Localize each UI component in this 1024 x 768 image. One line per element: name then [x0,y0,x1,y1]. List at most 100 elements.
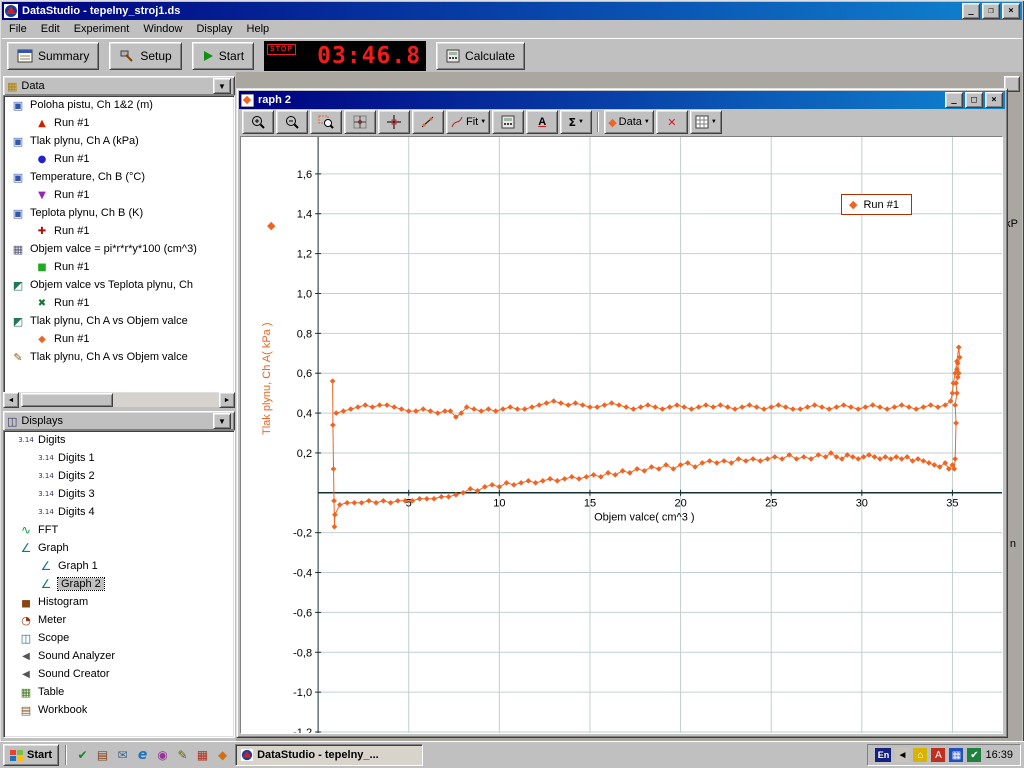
scroll-left-icon[interactable]: ◄ [3,392,19,408]
graph-maximize-icon[interactable]: □ [965,92,983,108]
display-item[interactable]: ∠Graph [4,539,234,557]
display-item[interactable]: ◀Sound Analyzer [4,647,234,665]
display-child-item[interactable]: 3.14Digits 1 [4,449,234,467]
fit-dropdown[interactable]: Fit ▼ [446,110,490,134]
menu-help[interactable]: Help [240,21,277,37]
data-dropdown-arrow-icon: ▼ [644,119,650,125]
digits-icon: 3.14 [38,454,54,462]
start-button[interactable]: Start [192,42,254,70]
run-item[interactable]: ✖ Run #1 [4,294,234,312]
data-source-item[interactable]: ▣Teplota plynu, Ch B (K) [4,204,234,222]
display-child-item[interactable]: 3.14Digits 3 [4,485,234,503]
svg-text:20: 20 [674,498,686,510]
data-source-item[interactable]: ▣Tlak plynu, Ch A (kPa) [4,132,234,150]
quicklaunch-icon-6[interactable]: ✎ [173,746,192,765]
calculator-icon: ▦ [10,243,26,256]
display-item[interactable]: ▦Table [4,683,234,701]
tray-antivirus-icon[interactable]: A [931,748,945,762]
display-item[interactable]: ▤Workbook [4,701,234,719]
data-panel-dropdown-button[interactable]: ▼ [213,78,231,94]
data-source-item[interactable]: ◩Tlak plynu, Ch A vs Objem valce [4,312,234,330]
menu-display[interactable]: Display [189,21,239,37]
scale-to-fit-button[interactable] [344,110,376,134]
data-source-item[interactable]: ▣Poloha pistu, Ch 1&2 (m) [4,96,234,114]
taskbar-task-button[interactable]: DataStudio - tepelny_... [235,744,423,766]
displays-panel-dropdown-button[interactable]: ▼ [213,413,231,429]
menu-window[interactable]: Window [136,21,189,37]
title-bar[interactable]: DataStudio - tepelny_stroj1.ds _ ❐ × [2,2,1022,20]
keyboard-layout-indicator[interactable]: En [875,748,891,762]
chart-legend[interactable]: ◆ Run #1 [841,194,912,215]
data-source-item[interactable]: ▣Temperature, Ch B (°C) [4,168,234,186]
displays-panel-header[interactable]: ◫ Displays ▼ [3,411,235,431]
chart-area[interactable]: -1,2 -1,0 -0,8 -0,6 -0,4 -0,2 0,2 0,4 0,… [240,136,1003,734]
graph-calculator-button[interactable] [492,110,524,134]
tray-display-icon[interactable]: ▦ [949,748,963,762]
quicklaunch-icon-4[interactable]: e [133,746,152,765]
display-label: FFT [38,524,58,536]
display-label: Digits [38,434,66,446]
graph-close-icon[interactable]: × [985,92,1003,108]
zoom-select-button[interactable] [310,110,342,134]
display-item[interactable]: 3.14Digits [4,431,234,449]
display-child-item[interactable]: ∠Graph 1 [4,557,234,575]
quicklaunch-icon-7[interactable]: ▦ [193,746,212,765]
run-item[interactable]: ■ Run #1 [4,258,234,276]
tray-update-icon[interactable]: ✔ [967,748,981,762]
data-source-item[interactable]: ◩Objem valce vs Teplota plynu, Ch [4,276,234,294]
run-item[interactable]: ▼ Run #1 [4,186,234,204]
zoom-out-button[interactable] [276,110,308,134]
display-child-item[interactable]: ∠Graph 2 [4,575,234,593]
tray-volume-icon[interactable]: ◄ [895,748,909,762]
data-dropdown[interactable]: ◆ Data ▼ [604,110,654,134]
setup-button[interactable]: Setup [109,42,181,70]
statistics-dropdown[interactable]: Σ ▼ [560,110,592,134]
svg-text:1,0: 1,0 [297,288,312,300]
run-item[interactable]: ◆ Run #1 [4,330,234,348]
display-item[interactable]: ◫Scope [4,629,234,647]
zoom-in-button[interactable] [242,110,274,134]
minimize-icon[interactable]: _ [962,3,980,19]
menu-edit[interactable]: Edit [34,21,67,37]
slope-tool-button[interactable] [412,110,444,134]
close-icon[interactable]: × [1002,3,1020,19]
quicklaunch-icon-5[interactable]: ◉ [153,746,172,765]
graph-minimize-icon[interactable]: _ [945,92,963,108]
quicklaunch-icon-8[interactable]: ◆ [213,746,232,765]
display-item[interactable]: ▅Histogram [4,593,234,611]
data-source-label: Teplota plynu, Ch B (K) [30,207,143,219]
taskbar-clock[interactable]: 16:39 [985,749,1013,761]
summary-button[interactable]: Summary [7,42,99,70]
menu-experiment[interactable]: Experiment [67,21,137,37]
run-item[interactable]: ▲ Run #1 [4,114,234,132]
quicklaunch-icon-3[interactable]: ✉ [113,746,132,765]
maximize-icon[interactable]: ❐ [982,3,1000,19]
display-item[interactable]: ◔Meter [4,611,234,629]
xy-data-icon: ◩ [10,315,26,328]
data-source-item[interactable]: ✎Tlak plynu, Ch A vs Objem valce [4,348,234,366]
scrollbar-thumb[interactable] [21,393,113,407]
data-source-item[interactable]: ▦Objem valce = pi*r*r*y*100 (cm^3) [4,240,234,258]
start-menu-button[interactable]: Start [3,744,59,766]
data-tree-hscrollbar[interactable]: ◄ ► [3,393,235,407]
chart-canvas[interactable]: -1,2 -1,0 -0,8 -0,6 -0,4 -0,2 0,2 0,4 0,… [241,137,1002,733]
graph-settings-dropdown[interactable]: ▼ [690,110,722,134]
display-label: Table [38,686,64,698]
calculate-button[interactable]: Calculate [436,42,525,70]
tray-scheduler-icon[interactable]: ⌂ [913,748,927,762]
text-annotation-button[interactable]: A [526,110,558,134]
display-item[interactable]: ◀Sound Creator [4,665,234,683]
display-item[interactable]: ∿FFT [4,521,234,539]
remove-button[interactable]: ✕ [656,110,688,134]
data-panel-header[interactable]: ▦ Data ▼ [3,76,235,96]
display-child-item[interactable]: 3.14Digits 2 [4,467,234,485]
run-item[interactable]: ● Run #1 [4,150,234,168]
smart-tool-button[interactable] [378,110,410,134]
run-item[interactable]: ✚ Run #1 [4,222,234,240]
menu-file[interactable]: File [2,21,34,37]
graph-title-bar[interactable]: raph 2 _ □ × [239,91,1005,109]
quicklaunch-icon-1[interactable]: ✔ [73,746,92,765]
display-child-item[interactable]: 3.14Digits 4 [4,503,234,521]
quicklaunch-icon-2[interactable]: ▤ [93,746,112,765]
scroll-right-icon[interactable]: ► [219,392,235,408]
